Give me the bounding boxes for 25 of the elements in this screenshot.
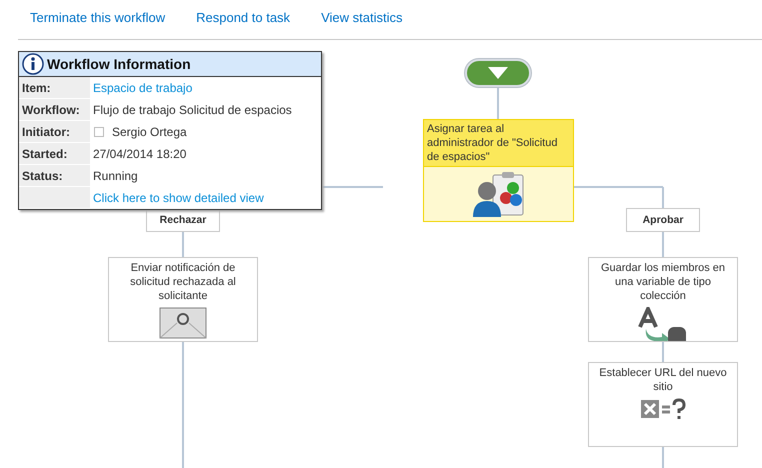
action-step[interactable]: Guardar los miembros en una variable de tipo colección: [588, 257, 738, 342]
label-cell: Item:: [19, 77, 90, 98]
step-title: Enviar notificación de solicitud rechazada al solicitante: [129, 261, 237, 304]
panel-title: Workflow Information: [47, 56, 191, 72]
action-step[interactable]: Establecer URL del nuevo sitio: [588, 362, 738, 447]
step-title: Establecer URL del nuevo sitio: [598, 366, 728, 395]
branch-label[interactable]: Aprobar: [626, 208, 700, 232]
step-title: Guardar los miembros en una variable de tipo colección: [600, 261, 726, 304]
label-cell: Initiator:: [19, 121, 90, 142]
step-title: Asignar tarea al administrador de "Solicitud de espacios": [424, 120, 573, 167]
field-value: Flujo de trabajo Solicitud de espacios: [93, 102, 292, 116]
action-step[interactable]: Enviar notificación de solicitud rechazada al solicitante: [108, 257, 258, 342]
action-link[interactable]: Respond to task: [196, 10, 290, 39]
field-value: 27/04/2014 18:20: [93, 146, 186, 160]
action-link[interactable]: View statistics: [321, 10, 402, 39]
label-cell: Started:: [19, 143, 90, 164]
detail-link[interactable]: Espacio de trabajo: [93, 80, 192, 94]
label-cell: Workflow:: [19, 99, 90, 120]
field-value: Sergio Ortega: [112, 124, 187, 138]
action-link[interactable]: Terminate this workflow: [30, 10, 166, 39]
task-step[interactable]: Asignar tarea al administrador de "Solicitud de espacios": [423, 119, 574, 222]
field-value: Running: [93, 168, 138, 182]
label-cell: Status:: [19, 165, 90, 186]
branch-label[interactable]: Rechazar: [146, 208, 220, 232]
detail-link[interactable]: Click here to show detailed view: [93, 190, 264, 204]
